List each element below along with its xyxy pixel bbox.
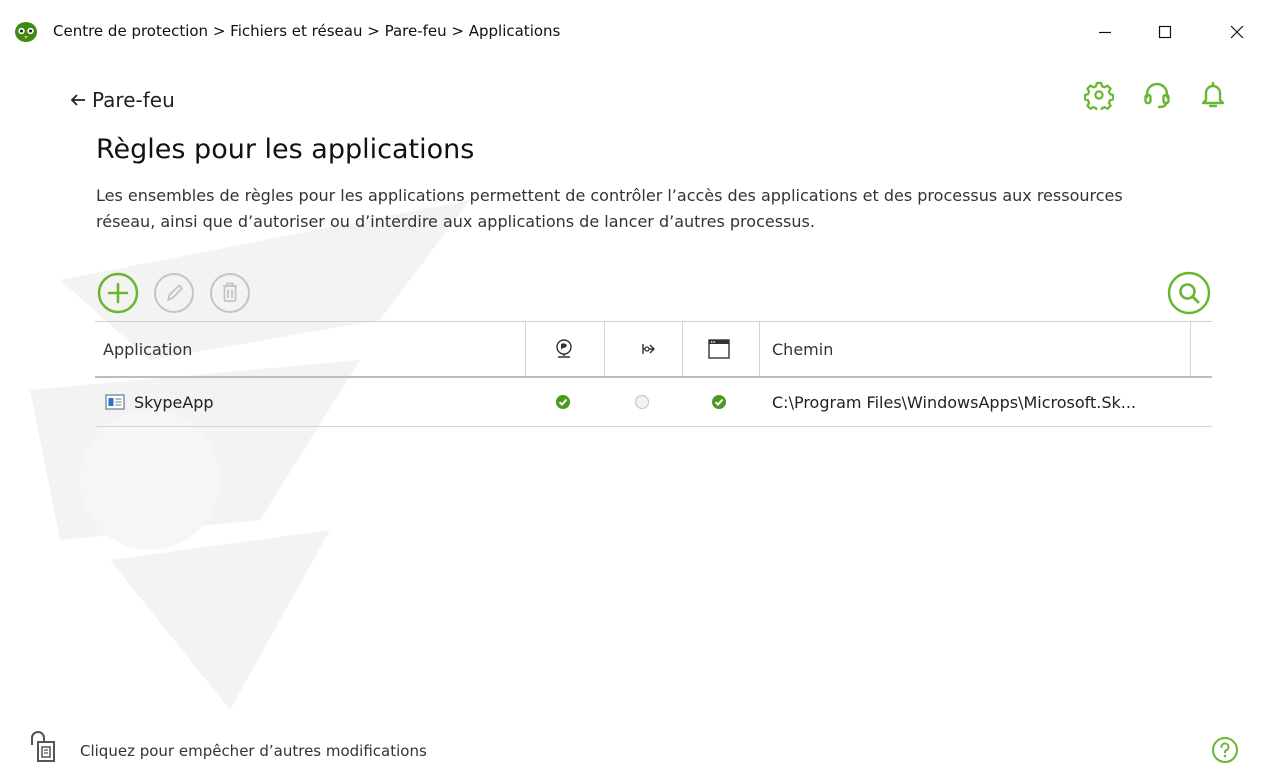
lock-open-icon[interactable] xyxy=(30,728,70,764)
table-header: Application Chemin xyxy=(95,321,1212,378)
bell-icon[interactable] xyxy=(1198,80,1228,110)
headset-icon[interactable] xyxy=(1142,80,1172,110)
process-status-cell[interactable] xyxy=(634,378,650,426)
status-bar: Cliquez pour empêcher d’autres modificat… xyxy=(0,720,1270,764)
rules-table: Application Chemin SkypeApp C:\Program F… xyxy=(95,321,1212,427)
app-name-cell: SkypeApp xyxy=(105,378,214,426)
maximize-button[interactable] xyxy=(1140,14,1190,50)
delete-button[interactable] xyxy=(209,272,251,314)
app-name: SkypeApp xyxy=(134,392,214,412)
back-link-label: Pare-feu xyxy=(92,88,175,112)
column-divider[interactable] xyxy=(1190,322,1191,376)
back-link[interactable]: Pare-feu xyxy=(70,88,175,112)
lock-status-text[interactable]: Cliquez pour empêcher d’autres modificat… xyxy=(80,742,427,760)
close-button[interactable] xyxy=(1212,14,1262,50)
window-status-cell[interactable] xyxy=(711,378,727,426)
column-path[interactable]: Chemin xyxy=(772,322,833,376)
arrow-left-icon xyxy=(70,94,85,106)
gear-icon[interactable] xyxy=(1084,80,1114,110)
column-divider[interactable] xyxy=(604,322,605,376)
close-icon xyxy=(1230,25,1244,39)
maximize-icon xyxy=(1158,25,1172,39)
column-process[interactable] xyxy=(640,322,658,376)
check-circle-icon xyxy=(712,395,726,409)
title-bar: Centre de protection > Fichiers et résea… xyxy=(0,0,1270,62)
table-row[interactable]: SkypeApp C:\Program Files\WindowsApps\Mi… xyxy=(95,378,1212,427)
check-circle-icon xyxy=(556,395,570,409)
column-divider[interactable] xyxy=(682,322,683,376)
network-globe-icon xyxy=(556,339,572,358)
page-description: Les ensembles de règles pour les applica… xyxy=(96,186,1123,231)
minimize-button[interactable] xyxy=(1080,14,1130,50)
app-logo-icon xyxy=(15,22,37,42)
network-status-cell[interactable] xyxy=(555,378,571,426)
column-application[interactable]: Application xyxy=(103,322,192,376)
window-icon xyxy=(708,339,730,359)
add-button[interactable] xyxy=(97,272,139,314)
column-network[interactable] xyxy=(555,322,573,376)
minimize-icon xyxy=(1099,31,1111,34)
path-cell: C:\Program Files\WindowsApps\Microsoft.S… xyxy=(772,392,1137,412)
column-divider[interactable] xyxy=(759,322,760,376)
help-circle-icon[interactable] xyxy=(1211,736,1239,764)
edit-button[interactable] xyxy=(153,272,195,314)
column-divider[interactable] xyxy=(525,322,526,376)
process-launch-icon xyxy=(642,344,655,354)
unset-circle-icon xyxy=(634,394,650,410)
column-window[interactable] xyxy=(708,322,730,376)
app-window-icon xyxy=(105,394,125,410)
window-breadcrumb: Centre de protection > Fichiers et résea… xyxy=(53,22,561,40)
search-button[interactable] xyxy=(1167,271,1211,315)
page-title: Règles pour les applications xyxy=(96,134,475,165)
